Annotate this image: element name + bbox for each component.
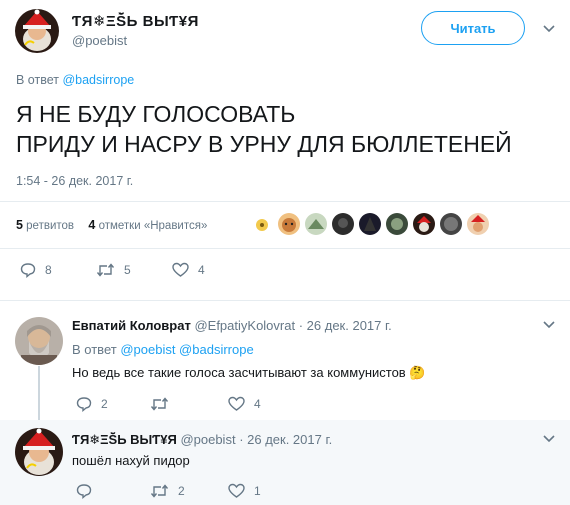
tweet-text-line-2: ПРИДУ И НАСРУ В УРНУ ДЛЯ БЮЛЛЕТЕНЕЙ <box>16 131 512 157</box>
retweet-count: 5 <box>124 263 131 277</box>
reply-icon <box>76 484 92 499</box>
reply-action[interactable]: 8 <box>20 262 52 278</box>
retweet-count: 2 <box>178 484 185 498</box>
heart-icon <box>228 396 245 411</box>
retweet-icon <box>150 397 169 411</box>
chevron-down-icon[interactable] <box>542 434 556 444</box>
reply-action[interactable]: 2 <box>76 396 108 412</box>
retweet-icon <box>96 263 115 277</box>
like-action[interactable]: 4 <box>172 262 205 278</box>
retweet-action[interactable] <box>150 396 178 412</box>
heart-icon <box>172 262 189 277</box>
reply-prefix: В ответ <box>16 73 59 87</box>
reply-text-body: Но ведь все такие голоса засчитывают за … <box>72 365 406 380</box>
reply-context: В ответ @poebist @badsirrope <box>72 342 254 357</box>
chevron-down-icon[interactable] <box>542 320 556 330</box>
likes-label[interactable]: отметки «Нравится» <box>99 220 208 232</box>
retweets-count[interactable]: 5 <box>16 218 23 232</box>
like-count: 4 <box>254 397 261 411</box>
reply-author-handle[interactable]: @EfpatiyKolovrat <box>194 318 295 333</box>
liker-avatar[interactable] <box>440 213 462 235</box>
reply-context: В ответ @badsirrope <box>16 73 134 87</box>
like-count: 4 <box>198 263 205 277</box>
liker-avatar[interactable] <box>386 213 408 235</box>
reply-icon <box>20 263 36 278</box>
reply-author-avatar[interactable] <box>15 317 63 365</box>
reply-date[interactable]: · 26 дек. 2017 г. <box>299 318 392 333</box>
reply-text: пошёл нахуй пидор <box>72 453 190 468</box>
heart-icon <box>228 483 245 498</box>
author-handle[interactable]: @poebist <box>72 33 127 48</box>
divider <box>0 248 570 249</box>
retweet-action[interactable]: 2 <box>150 483 185 499</box>
reply-date[interactable]: · 26 дек. 2017 г. <box>239 432 332 447</box>
reply-author-line: ƬЯ❄ΞŠ̃Ь ВЫƬ¥Я @poebist · 26 дек. 2017 г. <box>72 432 332 448</box>
reply-count: 8 <box>45 263 52 277</box>
divider <box>0 201 570 202</box>
divider <box>0 300 570 301</box>
reply-prefix: В ответ <box>72 342 117 357</box>
reply-action[interactable] <box>76 483 101 499</box>
follow-button[interactable]: Читать <box>421 11 525 45</box>
author-display-name[interactable]: ƬЯ❄ΞŠ̃Ь ВЫƬ¥Я <box>72 12 199 30</box>
reply-author-line: Евпатий Коловрат @EfpatiyKolovrat · 26 д… <box>72 318 392 333</box>
author-avatar[interactable] <box>15 9 59 53</box>
chevron-down-icon[interactable] <box>542 24 556 34</box>
liker-avatar[interactable] <box>332 213 354 235</box>
like-action[interactable]: 1 <box>228 483 261 499</box>
liker-avatar[interactable] <box>278 213 300 235</box>
retweet-action[interactable]: 5 <box>96 262 131 278</box>
like-action[interactable]: 4 <box>228 396 261 412</box>
reply-author-handle[interactable]: @poebist <box>180 432 235 447</box>
liker-avatar[interactable] <box>413 213 435 235</box>
reply-author-name[interactable]: Евпатий Коловрат <box>72 318 191 333</box>
thinking-emoji: 🤔 <box>409 365 426 380</box>
tweet-text: Я НЕ БУДУ ГОЛОСОВАТЬ ПРИДУ И НАСРУ В УРН… <box>16 99 512 159</box>
liker-avatar[interactable] <box>305 213 327 235</box>
reply-text: Но ведь все такие голоса засчитывают за … <box>72 365 426 381</box>
tweet-text-line-1: Я НЕ БУДУ ГОЛОСОВАТЬ <box>16 101 296 127</box>
reply-author-avatar[interactable] <box>15 428 63 476</box>
reply-icon <box>76 397 92 412</box>
thread-connector <box>38 366 40 428</box>
liker-avatar[interactable] <box>359 213 381 235</box>
tweet-stats: 5 ретвитов 4 отметки «Нравится» <box>16 218 207 232</box>
reply-author-name[interactable]: ƬЯ❄ΞŠ̃Ь ВЫƬ¥Я <box>72 432 177 447</box>
tweet-timestamp[interactable]: 1:54 - 26 дек. 2017 г. <box>16 174 133 188</box>
likes-count[interactable]: 4 <box>88 218 95 232</box>
reply-to-handles-link[interactable]: @poebist @badsirrope <box>120 342 253 357</box>
retweets-label[interactable]: ретвитов <box>26 220 74 232</box>
reply-count: 2 <box>101 397 108 411</box>
liker-avatar[interactable] <box>251 213 273 235</box>
reply-to-handle-link[interactable]: @badsirrope <box>62 73 134 87</box>
like-count: 1 <box>254 484 261 498</box>
retweet-icon <box>150 484 169 498</box>
liker-avatar[interactable] <box>467 213 489 235</box>
